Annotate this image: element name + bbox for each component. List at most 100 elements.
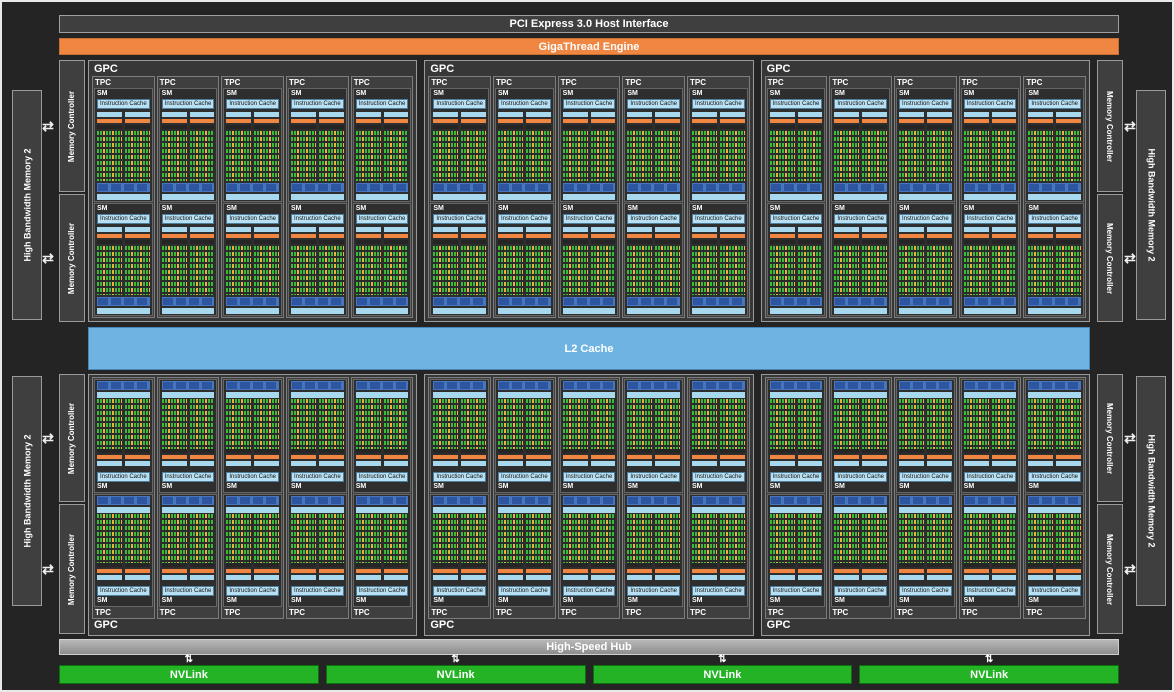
nvlink-row: ⇅ NVLink ⇅ NVLink ⇅ NVLink ⇅ NVLink <box>59 655 1119 684</box>
dispatch-unit-bar <box>433 569 459 573</box>
tpc-label: TPC <box>897 78 913 87</box>
dispatch-unit-bar <box>189 233 215 238</box>
sm-label: SM <box>433 204 444 212</box>
processing-block <box>692 112 717 181</box>
warp-scheduler-bar <box>562 575 588 580</box>
gpc-label: GPC <box>766 63 791 75</box>
dispatch-unit-bar <box>719 233 745 238</box>
register-file-bar <box>226 563 252 567</box>
register-file-bar <box>383 125 409 129</box>
processing-block <box>562 399 588 468</box>
tpc-block: Instruction Cache SM Instruction Cache SM TP… <box>764 377 828 619</box>
register-file-bar <box>655 448 681 453</box>
shared-memory-bar <box>355 308 409 314</box>
dispatch-unit-bar <box>719 119 745 123</box>
tpc-block: TPC SM Instruction Cache SM Instruction Cach… <box>221 76 285 318</box>
warp-scheduler-bar <box>383 226 409 232</box>
processing-block <box>189 513 215 583</box>
memory-controller-label: Memory Controller <box>1105 402 1115 474</box>
sm-block: Instruction Cache SM <box>288 379 347 493</box>
core-grid <box>383 245 409 295</box>
tpc-label: TPC <box>767 608 784 617</box>
processing-block <box>226 399 252 468</box>
register-file-bar <box>692 563 717 567</box>
dispatch-unit-bar <box>461 569 487 573</box>
core-grid <box>963 245 989 295</box>
dispatch-unit-bar <box>590 569 616 573</box>
sm-label: SM <box>498 90 509 97</box>
processing-block <box>862 112 888 181</box>
dispatch-unit-bar <box>655 569 681 573</box>
shared-memory-bar <box>899 506 952 513</box>
tpc-label: TPC <box>496 608 512 617</box>
sm-processing-blocks <box>769 399 823 468</box>
tpc-label: TPC <box>353 78 370 87</box>
warp-scheduler-bar <box>355 112 381 117</box>
shared-memory-bar <box>562 193 616 200</box>
shared-memory-bar <box>355 193 409 200</box>
texture-units-bar <box>226 381 280 390</box>
instruction-cache-bar: Instruction Cache <box>562 471 616 482</box>
core-grid <box>318 513 344 563</box>
sm-label: SM <box>291 204 302 212</box>
processing-block <box>627 513 653 583</box>
sm-label: SM <box>963 204 975 212</box>
register-file-bar <box>124 563 150 567</box>
dispatch-unit-bar <box>1056 569 1082 573</box>
dispatch-unit-bar <box>383 233 409 238</box>
processing-block <box>1028 226 1054 295</box>
warp-scheduler-bar <box>161 226 187 232</box>
tpc-block: Instruction Cache SM Instruction Cache SM TP… <box>687 377 750 619</box>
warp-scheduler-bar <box>355 460 381 466</box>
core-grid <box>862 399 888 449</box>
warp-scheduler-bar <box>291 226 316 232</box>
dispatch-unit-bar <box>769 454 795 459</box>
shared-memory-bar <box>291 392 344 398</box>
texture-units-bar <box>692 182 745 192</box>
tpc-block: TPC SM Instruction Cache SM Instruction Cach… <box>1023 76 1087 318</box>
sm-block: SM Instruction Cache <box>896 88 955 202</box>
dispatch-unit-bar <box>355 233 381 238</box>
texture-units-bar <box>433 297 486 306</box>
shared-memory-bar <box>692 308 745 314</box>
tpc-label: TPC <box>961 78 978 87</box>
processing-block <box>769 399 795 468</box>
sm-block: Instruction Cache SM <box>495 493 554 607</box>
sm-label: SM <box>1028 204 1039 212</box>
dispatch-unit-bar <box>383 119 409 123</box>
register-file-bar <box>226 125 252 129</box>
processing-block <box>433 399 459 468</box>
processing-block <box>318 226 344 295</box>
tpc-block: Instruction Cache SM Instruction Cache SM TP… <box>894 377 957 619</box>
tpc-label: TPC <box>832 78 849 87</box>
instruction-cache-bar: Instruction Cache <box>161 213 215 224</box>
core-grid <box>318 399 344 449</box>
gpc-row-top: GPC TPC SM Instruction Cache SM Instruction C… <box>88 60 1090 322</box>
tpc-block: TPC SM Instruction Cache SM Instruction Cach… <box>493 76 556 318</box>
processing-block <box>355 513 381 583</box>
warp-scheduler-bar <box>498 575 523 580</box>
sm-label: SM <box>291 90 302 97</box>
nvlink-cell: ⇅ NVLink <box>59 655 319 684</box>
register-file-bar <box>926 563 952 567</box>
sm-processing-blocks <box>226 112 280 181</box>
warp-scheduler-bar <box>498 460 523 466</box>
instruction-cache-bar: Instruction Cache <box>692 99 745 109</box>
processing-block <box>1028 112 1054 181</box>
sm-processing-blocks <box>692 513 745 583</box>
warp-scheduler-bar <box>226 460 252 466</box>
instruction-cache-bar: Instruction Cache <box>355 586 409 596</box>
core-grid <box>963 399 989 449</box>
instruction-cache-bar: Instruction Cache <box>834 213 887 224</box>
sm-label: SM <box>161 482 173 490</box>
sm-block: SM Instruction Cache <box>559 202 619 316</box>
tpc-label: TPC <box>832 608 849 617</box>
instruction-cache-bar: Instruction Cache <box>627 586 681 596</box>
sm-processing-blocks <box>97 112 150 181</box>
register-file-bar <box>963 448 989 453</box>
instruction-cache-bar: Instruction Cache <box>161 586 215 596</box>
warp-scheduler-bar <box>834 112 860 117</box>
sm-processing-blocks <box>769 112 823 181</box>
instruction-cache-bar: Instruction Cache <box>627 213 681 224</box>
core-grid <box>769 245 795 295</box>
